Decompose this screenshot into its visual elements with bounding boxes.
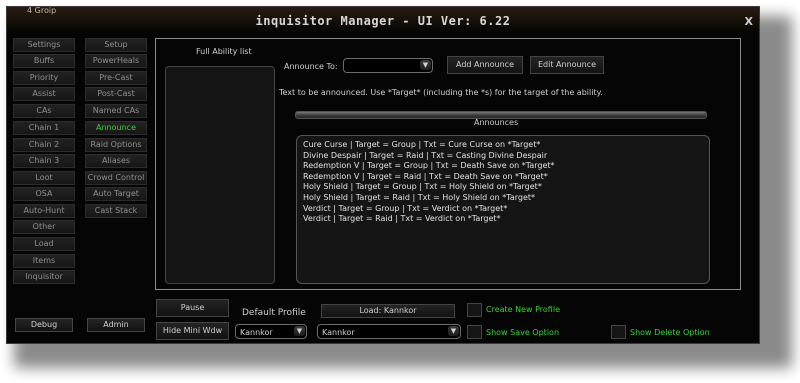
show-delete-option-checkbox[interactable] xyxy=(611,325,626,339)
list-item[interactable]: Holy Shield | Target = Raid | Txt = Holy… xyxy=(303,193,705,204)
nav-setup[interactable]: Setup xyxy=(85,38,147,52)
nav-chain-1[interactable]: Chain 1 xyxy=(13,121,75,135)
chevron-down-icon[interactable]: ▼ xyxy=(448,326,459,336)
nav-settings[interactable]: Settings xyxy=(13,38,75,52)
create-new-profile-label: Create New Profile xyxy=(486,305,560,314)
list-item[interactable]: Holy Shield | Target = Group | Txt = Hol… xyxy=(303,182,705,193)
nav-assist[interactable]: Assist xyxy=(13,87,75,101)
close-button[interactable]: X xyxy=(745,15,753,28)
nav-priority[interactable]: Priority xyxy=(13,71,75,85)
announce-to-label: Announce To: xyxy=(284,62,338,71)
pause-button[interactable]: Pause xyxy=(156,299,229,317)
nav-named-cas[interactable]: Named CAs xyxy=(85,104,147,118)
title-bar[interactable]: 4 Groip inquisitor Manager - UI Ver: 6.2… xyxy=(7,6,759,33)
nav-chain-2[interactable]: Chain 2 xyxy=(13,138,75,152)
nav-auto-hunt[interactable]: Auto-Hunt xyxy=(13,204,75,218)
nav-items[interactable]: Items xyxy=(13,254,75,268)
nav-cast-stack[interactable]: Cast Stack xyxy=(85,204,147,218)
nav-pre-cast[interactable]: Pre-Cast xyxy=(85,71,147,85)
chevron-down-icon[interactable]: ▼ xyxy=(294,326,305,336)
nav-announce[interactable]: Announce xyxy=(85,121,147,135)
edit-announce-button[interactable]: Edit Announce xyxy=(530,56,604,74)
nav-raid-options[interactable]: Raid Options xyxy=(85,138,147,152)
nav-aliases[interactable]: Aliases xyxy=(85,154,147,168)
nav-loot[interactable]: Loot xyxy=(13,171,75,185)
show-save-option-label: Show Save Option xyxy=(486,328,560,337)
show-delete-option-label: Show Delete Option xyxy=(630,328,710,337)
announce-hint-text: Text to be announced. Use *Target* (incl… xyxy=(279,88,603,97)
list-item[interactable]: Cure Curse | Target = Group | Txt = Cure… xyxy=(303,140,705,151)
create-new-profile-checkbox[interactable] xyxy=(467,303,482,317)
announce-to-select[interactable]: ▼ xyxy=(343,58,433,73)
debug-button[interactable]: Debug xyxy=(15,318,73,332)
profile-select-2-value: Kannkor xyxy=(322,328,355,337)
nav-load[interactable]: Load xyxy=(13,237,75,251)
full-ability-list-label: Full Ability list xyxy=(196,47,252,56)
chevron-down-icon[interactable]: ▼ xyxy=(420,60,431,70)
hide-mini-window-button[interactable]: Hide Mini Wdw xyxy=(156,322,229,340)
nav-cas[interactable]: CAs xyxy=(13,104,75,118)
nav-chain-3[interactable]: Chain 3 xyxy=(13,154,75,168)
nav-other[interactable]: Other xyxy=(13,220,75,234)
profile-select-value: Kannkor xyxy=(240,328,273,337)
nav-powerheals[interactable]: PowerHeals xyxy=(85,54,147,68)
list-item[interactable]: Redemption V | Target = Group | Txt = De… xyxy=(303,161,705,172)
load-profile-button[interactable]: Load: Kannkor xyxy=(321,304,455,318)
nav-buffs[interactable]: Buffs xyxy=(13,54,75,68)
list-item[interactable]: Divine Despair | Target = Raid | Txt = C… xyxy=(303,151,705,162)
nav-osa[interactable]: OSA xyxy=(13,187,75,201)
profile-select-2[interactable]: Kannkor ▼ xyxy=(317,324,461,339)
list-item[interactable]: Verdict | Target = Group | Txt = Verdict… xyxy=(303,204,705,215)
list-item[interactable]: Verdict | Target = Raid | Txt = Verdict … xyxy=(303,214,705,225)
admin-button[interactable]: Admin xyxy=(87,318,145,332)
profile-select[interactable]: Kannkor ▼ xyxy=(235,324,307,339)
list-item[interactable]: Redemption V | Target = Raid | Txt = Dea… xyxy=(303,172,705,183)
nav-auto-target[interactable]: Auto Target xyxy=(85,187,147,201)
add-announce-button[interactable]: Add Announce xyxy=(447,56,523,74)
announces-header: Announces xyxy=(474,118,519,127)
window-title: inquisitor Manager - UI Ver: 6.22 xyxy=(255,14,511,28)
announces-list[interactable]: Cure Curse | Target = Group | Txt = Cure… xyxy=(296,135,710,284)
manager-window: 4 Groip inquisitor Manager - UI Ver: 6.2… xyxy=(6,6,760,344)
ability-list[interactable] xyxy=(165,66,275,284)
nav-crowd-control[interactable]: Crowd Control xyxy=(85,171,147,185)
nav-post-cast[interactable]: Post-Cast xyxy=(85,87,147,101)
default-profile-label: Default Profile xyxy=(242,308,306,318)
show-save-option-checkbox[interactable] xyxy=(467,325,482,339)
nav-inquisitor[interactable]: Inquisitor xyxy=(13,270,75,284)
